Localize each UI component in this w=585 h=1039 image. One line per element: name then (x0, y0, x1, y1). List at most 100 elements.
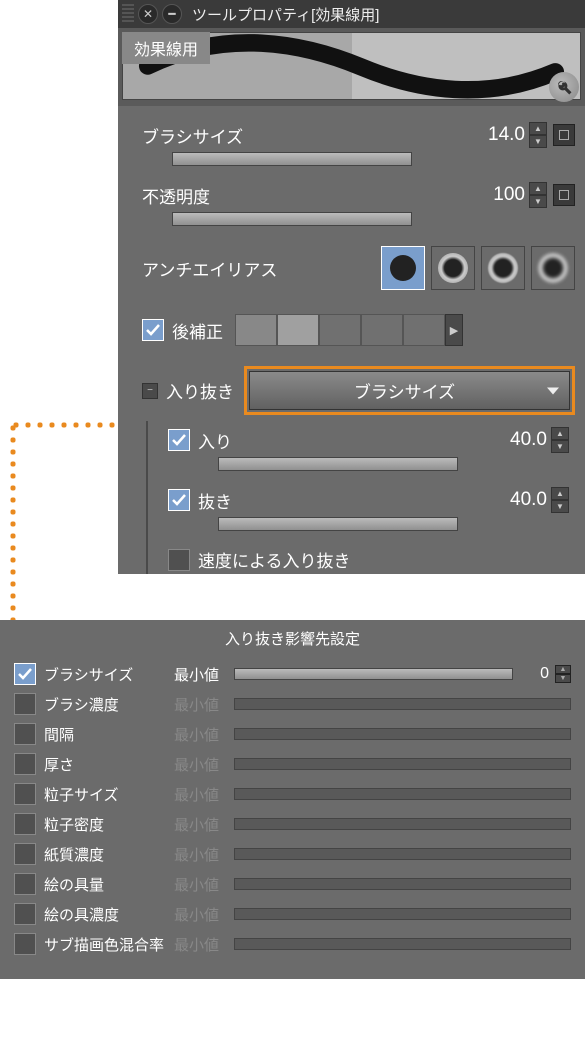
antialias-option-none[interactable] (381, 246, 425, 290)
target-row: 厚さ最小値 (14, 749, 571, 779)
target-checkbox[interactable] (14, 873, 36, 895)
target-row: 粒子サイズ 最小値 (14, 779, 571, 809)
titlebar: ✕ ━ ツールプロパティ[効果線用] (118, 0, 585, 28)
swatch[interactable] (361, 314, 403, 346)
target-checkbox[interactable] (14, 693, 36, 715)
chevron-up-icon[interactable]: ▲ (551, 487, 569, 500)
chevron-right-icon[interactable]: ▶ (445, 314, 463, 346)
brush-size-spinner[interactable]: ▲ ▼ (529, 122, 547, 148)
post-correction-checkbox[interactable] (142, 319, 164, 341)
nuki-spinner[interactable]: ▲ ▼ (551, 487, 569, 513)
brush-size-row: ブラシサイズ 14.0 ▲ ▼ (142, 116, 575, 154)
target-checkbox[interactable] (14, 903, 36, 925)
target-checkbox[interactable] (14, 753, 36, 775)
brush-size-slider[interactable] (172, 152, 412, 166)
chevron-down-icon[interactable]: ▼ (529, 135, 547, 148)
min-label: 最小値 (174, 664, 234, 685)
minimize-icon[interactable]: ━ (162, 4, 182, 24)
target-checkbox[interactable] (14, 783, 36, 805)
chevron-up-icon[interactable]: ▲ (529, 182, 547, 195)
chevron-up-icon[interactable]: ▲ (551, 427, 569, 440)
target-checkbox[interactable] (14, 663, 36, 685)
target-label-wrap: ブラシサイズ (14, 663, 174, 685)
min-value[interactable]: 0 (519, 665, 549, 683)
iri-value[interactable]: 40.0 (510, 429, 547, 451)
chevron-up-icon[interactable]: ▲ (555, 665, 571, 674)
target-label-wrap: 間隔 (14, 723, 174, 745)
min-slider (234, 938, 571, 950)
nuki-label: 抜き (198, 488, 232, 513)
post-correction-label: 後補正 (172, 318, 223, 343)
iri-label: 入り (198, 428, 232, 453)
target-checkbox[interactable] (14, 843, 36, 865)
swatch[interactable] (235, 314, 277, 346)
nuki-checkbox[interactable] (168, 489, 190, 511)
target-row: 間隔最小値 (14, 719, 571, 749)
chevron-down-icon[interactable]: ▼ (555, 674, 571, 683)
collapse-icon[interactable]: − (142, 383, 158, 399)
opacity-slider[interactable] (172, 212, 412, 226)
swatch[interactable] (319, 314, 361, 346)
min-label: 最小値 (174, 934, 234, 955)
opacity-value[interactable]: 100 (493, 184, 525, 206)
min-slider[interactable] (234, 668, 513, 680)
chevron-down-icon[interactable]: ▼ (551, 500, 569, 513)
target-checkbox[interactable] (14, 813, 36, 835)
opacity-dynamics-button[interactable] (553, 184, 575, 206)
min-spinner[interactable]: ▲▼ (555, 665, 571, 683)
opacity-spinner[interactable]: ▲ ▼ (529, 182, 547, 208)
irinuki-targets-panel: 入り抜き影響先設定 ブラシサイズ最小値0▲▼ブラシ濃度最小値間隔最小値厚さ最小値… (0, 620, 585, 979)
target-row: 絵の具濃度最小値 (14, 899, 571, 929)
chevron-up-icon[interactable]: ▲ (529, 122, 547, 135)
target-label-wrap: 粒子密度 (14, 813, 174, 835)
brush-size-dynamics-button[interactable] (553, 124, 575, 146)
target-label: 絵の具量 (44, 874, 104, 895)
target-row: サブ描画色混合率最小値 (14, 929, 571, 959)
preset-area: 効果線用 (118, 28, 585, 106)
wrench-icon[interactable] (549, 72, 579, 102)
target-label-wrap: 紙質濃度 (14, 843, 174, 865)
target-label-wrap: サブ描画色混合率 (14, 933, 174, 955)
antialias-label: アンチエイリアス (142, 256, 277, 281)
tool-property-panel: ✕ ━ ツールプロパティ[効果線用] 効果線用 ブラシサイズ 14.0 ▲ ▼ (118, 0, 585, 574)
target-label-wrap: 絵の具濃度 (14, 903, 174, 925)
target-label: 厚さ (44, 754, 74, 775)
preset-tab[interactable]: 効果線用 (122, 32, 210, 64)
target-label-wrap: 絵の具量 (14, 873, 174, 895)
chevron-down-icon[interactable]: ▼ (551, 440, 569, 453)
antialias-option-medium[interactable] (481, 246, 525, 290)
post-correction-swatches (235, 314, 445, 346)
antialias-option-weak[interactable] (431, 246, 475, 290)
grip-icon[interactable] (122, 4, 134, 24)
irinuki-dropdown[interactable]: ブラシサイズ (249, 371, 570, 410)
target-checkbox[interactable] (14, 933, 36, 955)
brush-size-value[interactable]: 14.0 (488, 124, 525, 146)
swatch[interactable] (403, 314, 445, 346)
min-label: 最小値 (174, 784, 234, 805)
swatch[interactable] (277, 314, 319, 346)
target-row: 粒子密度最小値 (14, 809, 571, 839)
target-label: 絵の具濃度 (44, 904, 119, 925)
nuki-value[interactable]: 40.0 (510, 489, 547, 511)
speed-irinuki-checkbox[interactable] (168, 549, 190, 571)
target-label: ブラシサイズ (44, 664, 133, 685)
iri-spinner[interactable]: ▲ ▼ (551, 427, 569, 453)
target-label: 間隔 (44, 724, 74, 745)
chevron-down-icon[interactable]: ▼ (529, 195, 547, 208)
target-label: ブラシ濃度 (44, 694, 119, 715)
min-label: 最小値 (174, 694, 234, 715)
properties-body: ブラシサイズ 14.0 ▲ ▼ 不透明度 100 ▲ ▼ アンチエイリアス (118, 106, 585, 574)
nuki-slider[interactable] (218, 517, 458, 531)
antialias-option-strong[interactable] (531, 246, 575, 290)
iri-slider[interactable] (218, 457, 458, 471)
post-correction-row: 後補正 ▶ (142, 300, 575, 360)
target-row: ブラシサイズ 最小値 0 ▲▼ (14, 659, 571, 689)
iri-checkbox[interactable] (168, 429, 190, 451)
target-checkbox[interactable] (14, 723, 36, 745)
min-slider (234, 728, 571, 740)
antialias-row: アンチエイリアス (142, 236, 575, 300)
brush-size-label: ブラシサイズ (142, 123, 243, 148)
close-icon[interactable]: ✕ (138, 4, 158, 24)
target-label: 粒子サイズ (44, 784, 119, 805)
target-row: 紙質濃度最小値 (14, 839, 571, 869)
